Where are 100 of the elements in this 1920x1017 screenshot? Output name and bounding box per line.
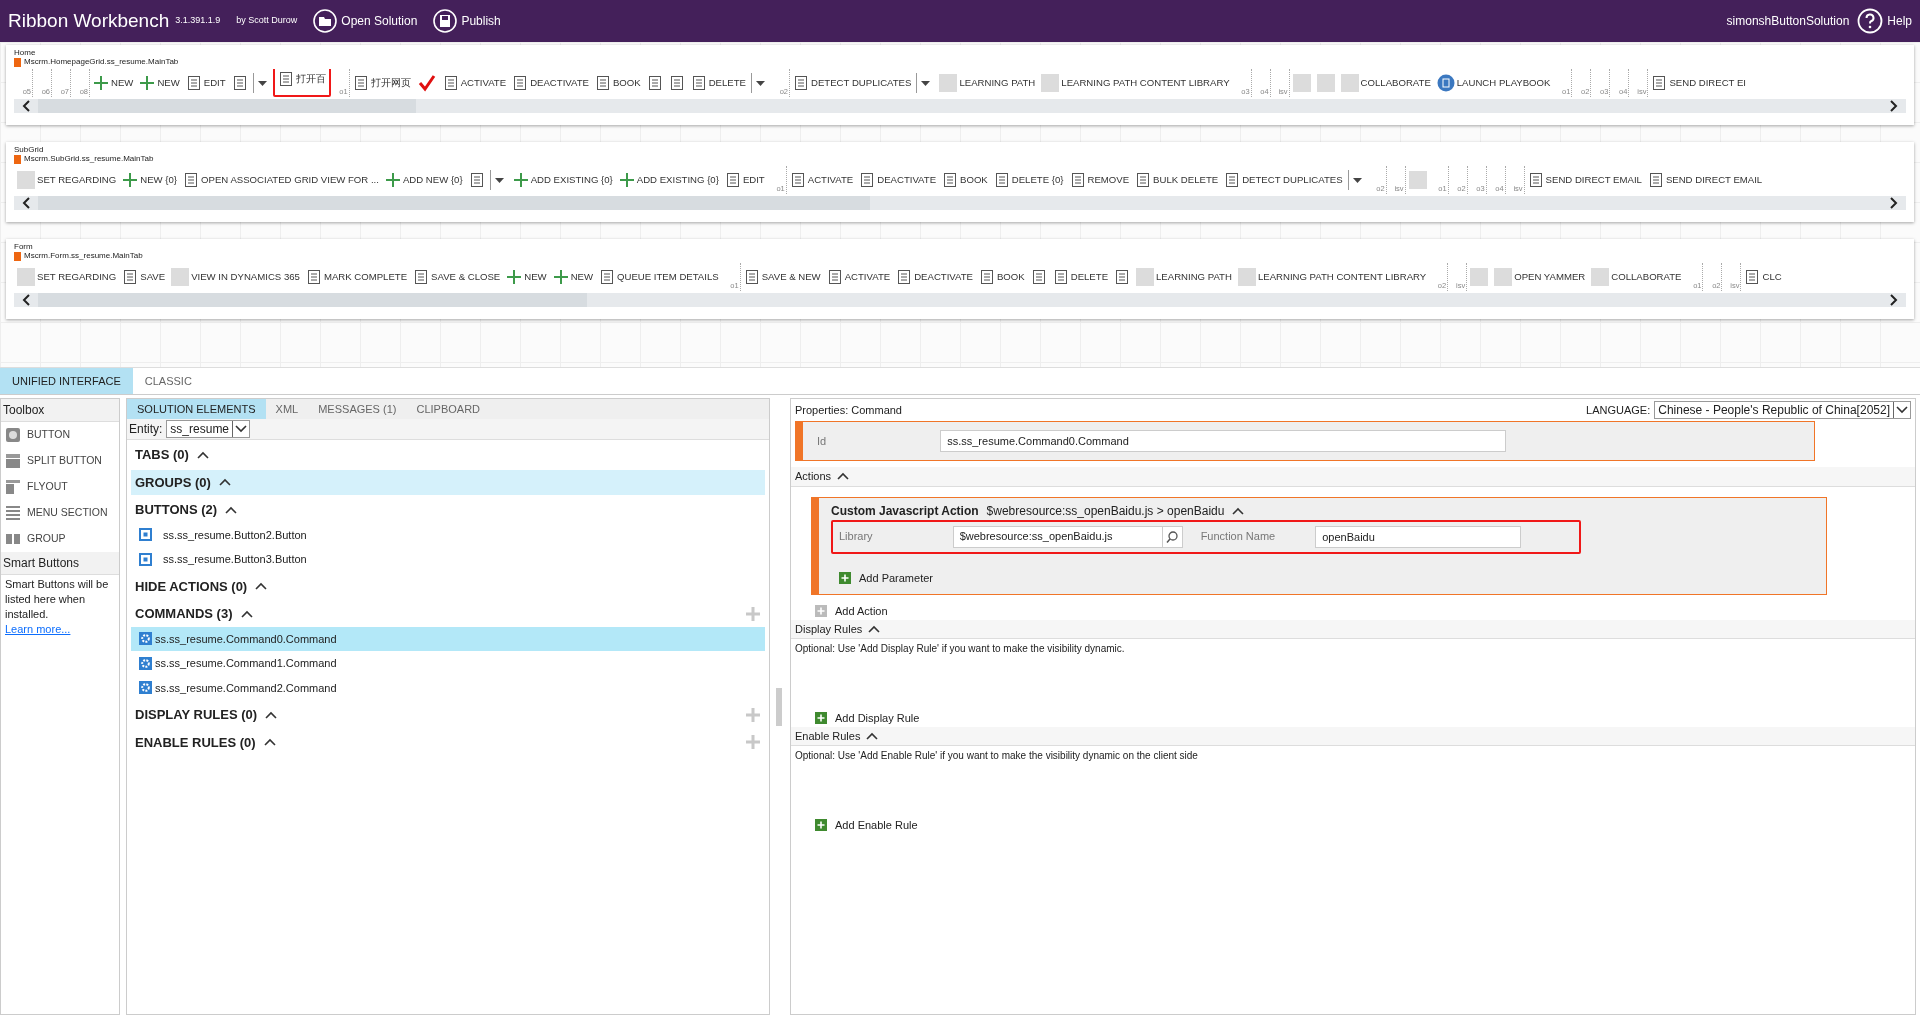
chevron-up-icon[interactable] [1232, 506, 1245, 515]
ribbon-button[interactable]: DEACTIVATE [509, 69, 592, 97]
open-solution-button[interactable]: Open Solution [313, 9, 418, 33]
ribbon-button[interactable]: OPEN YAMMER [1491, 263, 1589, 291]
ribbon-button[interactable]: ACTIVATE [439, 69, 510, 97]
ribbon-button[interactable]: ADD NEW {0} [381, 166, 466, 194]
ribbon-button[interactable]: SEND DIRECT EMAIL [1524, 166, 1645, 194]
chevron-up-icon[interactable] [868, 624, 881, 633]
tree-item[interactable]: ss.ss_resume.Command2.Command [131, 675, 765, 700]
learn-more-link[interactable]: Learn more... [5, 623, 71, 635]
panel-tab[interactable]: SOLUTION ELEMENTS [127, 399, 266, 419]
toolbox-item[interactable]: GROUP [1, 526, 119, 552]
ribbon-button[interactable]: OPEN ASSOCIATED GRID VIEW FOR ... [180, 166, 382, 194]
section-header[interactable]: DISPLAY RULES (0) [131, 702, 765, 728]
ribbon-button[interactable]: SAVE & NEW [740, 263, 824, 291]
ribbon-button[interactable]: NEW [136, 69, 183, 97]
add-rule-button[interactable]: Add Enable Rule [815, 817, 1915, 834]
ribbon-button[interactable]: BULK DELETE [1132, 166, 1222, 194]
ribbon-button[interactable]: LEARNING PATH CONTENT LIBRARY [1038, 69, 1233, 97]
splitter-handle[interactable] [776, 687, 782, 726]
add-rule-button[interactable]: Add Display Rule [815, 710, 1915, 727]
ribbon-button[interactable]: SEND DIRECT EMAIL [1644, 166, 1766, 194]
ribbon-button[interactable]: NEW {0} [119, 166, 181, 194]
ribbon-button[interactable]: NEW [90, 69, 137, 97]
scrollbar-thumb[interactable] [38, 293, 587, 307]
section-header[interactable]: COMMANDS (3) [131, 601, 765, 627]
ribbon-button[interactable]: ADD EXISTING {0} [615, 166, 722, 194]
ribbon-button[interactable]: LEARNING PATH [1133, 263, 1235, 291]
ribbon-button[interactable]: SAVE [119, 263, 169, 291]
toolbox-item[interactable]: FLYOUT [1, 474, 119, 500]
section-header[interactable]: BUTTONS (2) [131, 497, 765, 523]
scrollbar-thumb[interactable] [38, 99, 417, 113]
ribbon-button[interactable]: BOOK [975, 263, 1028, 291]
ribbon-button[interactable]: LEARNING PATH [936, 69, 1039, 97]
toolbox-item[interactable]: BUTTON [1, 422, 119, 448]
ribbon-button[interactable]: DETECT DUPLICATES [1221, 166, 1346, 194]
ribbon-button[interactable]: EDIT [182, 69, 229, 97]
ribbon-button[interactable]: NEW [503, 263, 550, 291]
mode-tab[interactable]: CLASSIC [132, 368, 204, 394]
section-header[interactable]: ENABLE RULES (0) [131, 729, 765, 755]
ribbon-button[interactable]: BOOK [939, 166, 991, 194]
ribbon-button[interactable]: SET REGARDING [14, 166, 120, 194]
ribbon-button[interactable]: LEARNING PATH CONTENT LIBRARY [1234, 263, 1430, 291]
ribbon-button[interactable]: CLC [1741, 263, 1785, 291]
ribbon-button[interactable]: DELETE [1049, 263, 1112, 291]
tree-item[interactable]: ss.ss_resume.Command0.Command [131, 626, 765, 651]
mode-tab[interactable]: UNIFIED INTERFACE [0, 368, 133, 394]
tree-item[interactable]: ss.ss_resume.Command1.Command [131, 651, 765, 676]
chevron-up-icon[interactable] [196, 450, 209, 459]
ribbon-button[interactable]: DELETE [687, 69, 749, 97]
panel-tab[interactable]: MESSAGES (1) [308, 399, 407, 419]
panel-tab[interactable]: CLIPBOARD [406, 399, 491, 419]
section-header[interactable]: GROUPS (0) [131, 469, 765, 495]
ribbon-button[interactable]: DELETE {0} [990, 166, 1067, 194]
ribbon-button[interactable]: SAVE & CLOSE [410, 263, 504, 291]
ribbon-button[interactable]: SET REGARDING [14, 263, 120, 291]
id-field[interactable]: ss.ss_resume.Command0.Command [940, 430, 1507, 452]
chevron-up-icon[interactable] [263, 738, 276, 747]
scrollbar-thumb[interactable] [38, 196, 871, 210]
ribbon-button[interactable]: MARK COMPLETE [302, 263, 411, 291]
add-action-button[interactable]: Add Action [815, 603, 1915, 620]
tree-item[interactable]: ss.ss_resume.Button3.Button [131, 547, 765, 572]
ribbon-button[interactable]: EDIT [721, 166, 768, 194]
function-field[interactable]: openBaidu [1315, 525, 1522, 548]
toolbox-item[interactable]: MENU SECTION [1, 500, 119, 526]
ribbon-button[interactable]: DETECT DUPLICATES [790, 69, 915, 97]
ribbon-button[interactable]: LAUNCH PLAYBOOK [1433, 69, 1554, 97]
add-parameter-button[interactable]: Add Parameter [839, 569, 933, 586]
chevron-up-icon[interactable] [866, 731, 879, 740]
chevron-up-icon[interactable] [255, 582, 268, 591]
ribbon-button[interactable]: ACTIVATE [823, 263, 894, 291]
ribbon-button[interactable]: ACTIVATE [786, 166, 857, 194]
help-button[interactable]: Help [1857, 8, 1912, 34]
ribbon-button[interactable]: ADD EXISTING {0} [509, 166, 616, 194]
ribbon-button[interactable]: COLLABORATE [1588, 263, 1685, 291]
ribbon-button[interactable]: VIEW IN DYNAMICS 365 [168, 263, 303, 291]
chevron-up-icon[interactable] [265, 710, 278, 719]
language-dropdown[interactable]: Chinese - People's Republic of China[2052] [1654, 401, 1911, 419]
section-header[interactable]: HIDE ACTIONS (0) [131, 573, 765, 599]
ribbon-button[interactable]: 打开百 [272, 69, 331, 97]
ribbon-button[interactable]: COLLABORATE [1337, 69, 1434, 97]
ribbon-button[interactable]: REMOVE [1066, 166, 1133, 194]
ribbon-button[interactable]: NEW [549, 263, 596, 291]
chevron-up-icon[interactable] [240, 609, 253, 618]
entity-dropdown[interactable]: ss_resume [166, 420, 251, 438]
chevron-up-icon[interactable] [225, 505, 238, 514]
ribbon-button[interactable]: DEACTIVATE [856, 166, 940, 194]
section-header[interactable]: TABS (0) [131, 442, 765, 468]
publish-button[interactable]: Publish [433, 9, 501, 33]
chevron-up-icon[interactable] [218, 478, 231, 487]
tree-item[interactable]: ss.ss_resume.Button2.Button [131, 522, 765, 547]
ribbon-button[interactable]: 打开网页 [349, 69, 414, 97]
ribbon-button[interactable]: SEND DIRECT EI [1648, 69, 1750, 97]
toolbox-item[interactable]: SPLIT BUTTON [1, 448, 119, 474]
ribbon-button[interactable]: QUEUE ITEM DETAILS [596, 263, 722, 291]
panel-tab[interactable]: XML [265, 399, 309, 419]
chevron-up-icon[interactable] [837, 472, 850, 481]
ribbon-button[interactable]: BOOK [591, 69, 644, 97]
library-field[interactable]: $webresource:ss_openBaidu.js [952, 525, 1183, 548]
ribbon-button[interactable]: DEACTIVATE [893, 263, 976, 291]
